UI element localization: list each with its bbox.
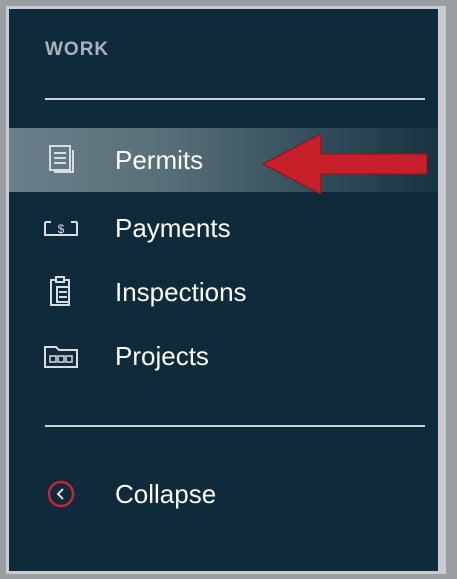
- sidebar-item-label: Projects: [115, 340, 209, 371]
- sidebar-item-label: Payments: [115, 212, 231, 243]
- document-stack-icon: [41, 142, 81, 178]
- chevron-left-circle-icon: [41, 476, 81, 512]
- section-title: WORK: [45, 39, 110, 60]
- sidebar-item-projects[interactable]: Projects: [9, 324, 438, 388]
- collapse-button[interactable]: Collapse: [9, 462, 438, 526]
- divider-bottom: [45, 425, 425, 427]
- sidebar-item-payments[interactable]: $ Payments: [9, 196, 438, 260]
- sidebar-item-inspections[interactable]: Inspections: [9, 260, 438, 324]
- annotation-arrow-icon: [261, 133, 428, 195]
- clipboard-icon: [41, 274, 81, 310]
- sidebar-item-label: Permits: [115, 144, 204, 175]
- sidebar-item-label: Inspections: [115, 276, 247, 307]
- svg-text:$: $: [58, 222, 65, 236]
- folder-icon: [41, 338, 81, 374]
- collapse-label: Collapse: [115, 478, 217, 509]
- divider-top: [45, 98, 425, 100]
- sidebar-panel: WORK Permits $ Payments Inspections Proj…: [6, 6, 446, 574]
- cash-icon: $: [41, 210, 81, 246]
